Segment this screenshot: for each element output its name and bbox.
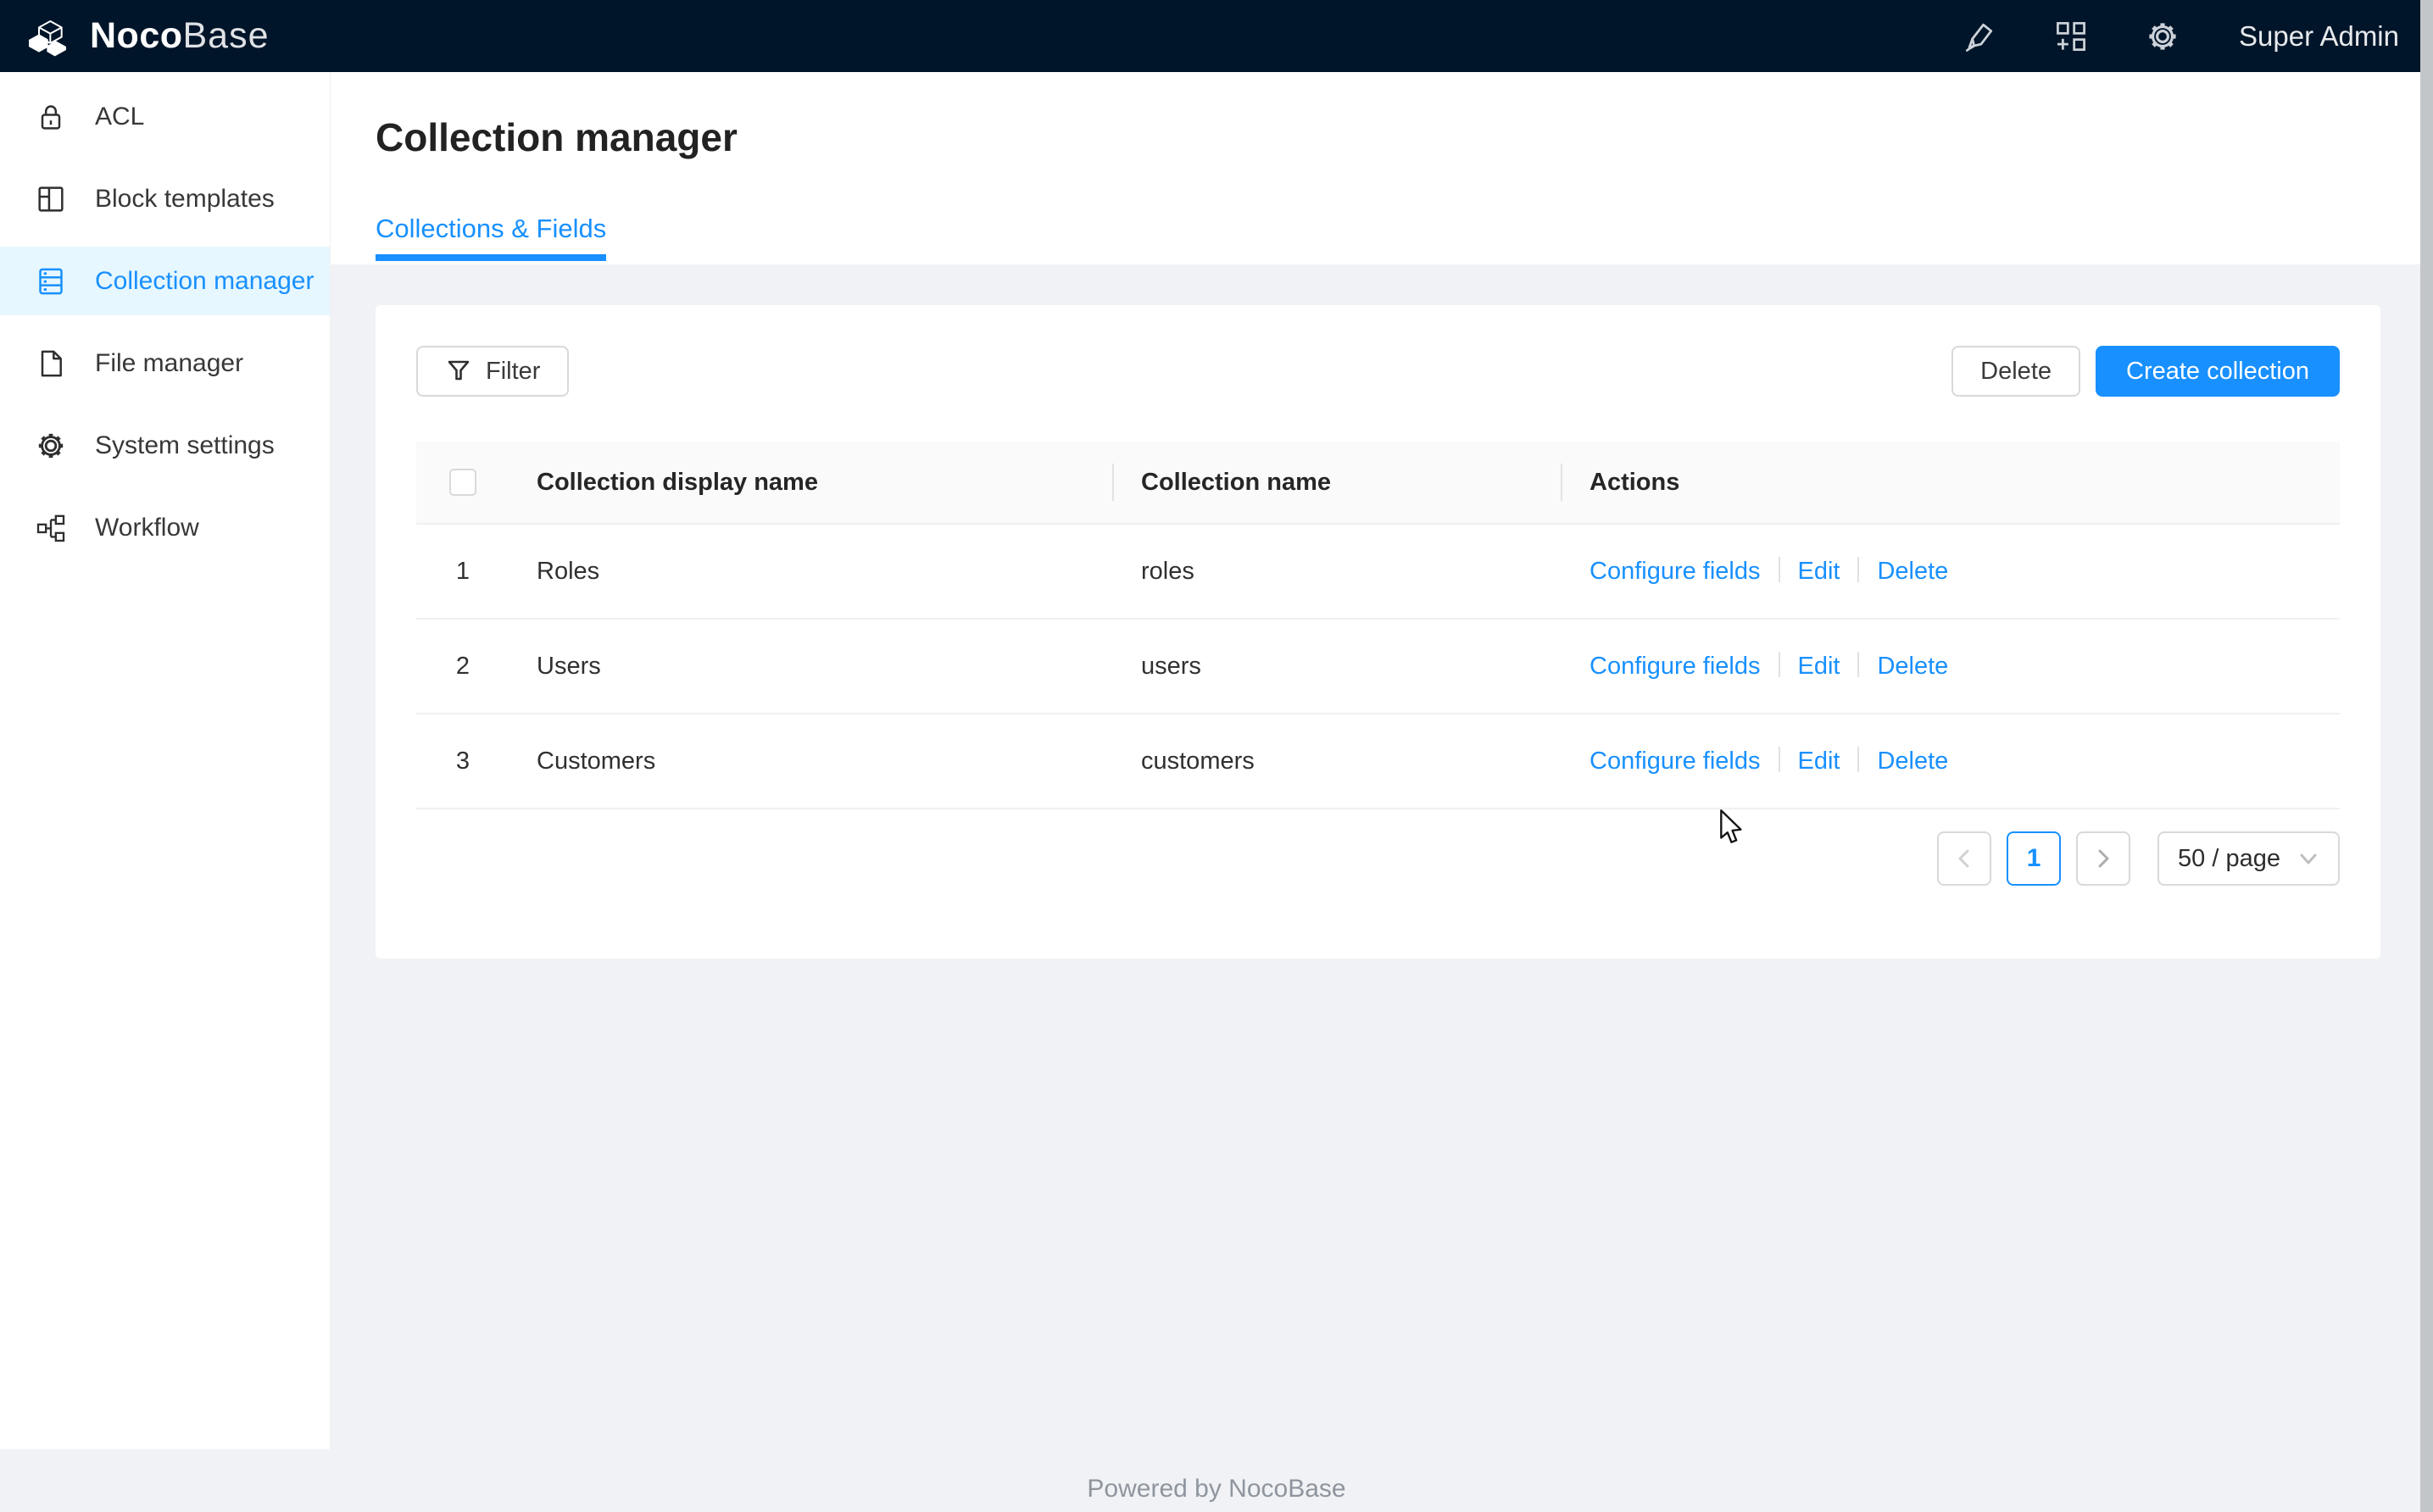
sidebar-item-label: File manager — [95, 349, 243, 378]
sidebar-item-label: ACL — [95, 103, 144, 131]
plugins-button[interactable] — [2051, 16, 2091, 57]
user-menu[interactable]: Super Admin — [2239, 20, 2399, 53]
row-index: 3 — [416, 748, 509, 775]
vertical-scrollbar[interactable] — [2420, 0, 2433, 1512]
toolbar-right: Delete Create collection — [1951, 346, 2340, 397]
main-area: Collection manager Collections & Fields … — [331, 72, 2433, 1512]
sidebar-item-block-templates[interactable]: Block templates — [0, 164, 330, 233]
display-name-cell: Customers — [509, 748, 1114, 775]
configure-fields-link[interactable]: Configure fields — [1590, 748, 1761, 775]
layout-icon — [34, 182, 68, 216]
sidebar-item-acl[interactable]: ACL — [0, 82, 330, 151]
layout: ACL Block templates Collection manager F… — [0, 72, 2433, 1512]
column-header-actions: Actions — [1562, 442, 2340, 523]
collections-table: Collection display name Collection name … — [416, 442, 2340, 809]
lock-icon — [34, 100, 68, 134]
page-title: Collection manager — [376, 72, 2433, 158]
edit-link[interactable]: Edit — [1798, 558, 1840, 585]
gear-icon — [2144, 18, 2181, 55]
logo-text-light: Base — [183, 15, 270, 56]
sidebar-item-collection-manager[interactable]: Collection manager — [0, 247, 330, 315]
sidebar-item-label: Workflow — [95, 514, 199, 542]
nocobase-cube-icon — [22, 12, 76, 61]
select-all-checkbox[interactable] — [449, 469, 476, 496]
action-divider — [1779, 652, 1780, 677]
page-size-select[interactable]: 50 / page — [2157, 831, 2340, 886]
page-1-button[interactable]: 1 — [2007, 831, 2061, 886]
filter-button[interactable]: Filter — [416, 346, 569, 397]
action-divider — [1857, 747, 1859, 772]
pagination: 1 50 / page — [416, 831, 2340, 886]
gear-icon — [34, 429, 68, 463]
edit-link[interactable]: Edit — [1798, 748, 1840, 775]
row-index: 1 — [416, 558, 509, 586]
page-size-value: 50 / page — [2178, 845, 2280, 873]
action-divider — [1779, 747, 1780, 772]
sidebar: ACL Block templates Collection manager F… — [0, 72, 331, 1449]
appstore-add-icon — [2052, 18, 2090, 55]
sidebar-item-workflow[interactable]: Workflow — [0, 493, 330, 562]
display-name-cell: Roles — [509, 558, 1114, 586]
table-header-row: Collection display name Collection name … — [416, 442, 2340, 525]
delete-link[interactable]: Delete — [1877, 748, 1948, 775]
configure-fields-link[interactable]: Configure fields — [1590, 558, 1761, 585]
powered-by-footer: Powered by NocoBase — [0, 1475, 2433, 1504]
actions-cell: Configure fields Edit Delete — [1562, 747, 2340, 775]
select-all-cell — [416, 469, 509, 496]
delete-link[interactable]: Delete — [1877, 558, 1948, 585]
collection-icon — [34, 264, 68, 298]
content-area: Filter Delete Create collection Collecti… — [331, 264, 2433, 1512]
name-cell: customers — [1114, 748, 1562, 775]
chevron-right-icon — [2092, 848, 2114, 870]
action-divider — [1779, 557, 1780, 582]
delete-button[interactable]: Delete — [1951, 346, 2080, 397]
display-name-cell: Users — [509, 653, 1114, 681]
name-cell: users — [1114, 653, 1562, 681]
actions-cell: Configure fields Edit Delete — [1562, 652, 2340, 681]
sidebar-item-label: Block templates — [95, 185, 275, 214]
nocobase-logo[interactable]: NocoBase — [22, 12, 270, 61]
page-header: Collection manager Collections & Fields — [331, 72, 2433, 264]
funnel-icon — [445, 358, 472, 385]
create-collection-button[interactable]: Create collection — [2096, 346, 2340, 397]
next-page-button[interactable] — [2076, 831, 2130, 886]
settings-button[interactable] — [2142, 16, 2183, 57]
action-divider — [1857, 652, 1859, 677]
actions-cell: Configure fields Edit Delete — [1562, 557, 2340, 586]
workflow-icon — [34, 511, 68, 545]
column-header-name: Collection name — [1114, 442, 1562, 523]
configure-fields-link[interactable]: Configure fields — [1590, 653, 1761, 680]
card-toolbar: Filter Delete Create collection — [416, 346, 2340, 397]
edit-link[interactable]: Edit — [1798, 653, 1840, 680]
table-row: 2 Users users Configure fields Edit Delete — [416, 620, 2340, 714]
collections-card: Filter Delete Create collection Collecti… — [376, 305, 2380, 959]
previous-page-button[interactable] — [1937, 831, 1991, 886]
sidebar-item-label: Collection manager — [95, 267, 314, 296]
action-divider — [1857, 557, 1859, 582]
chevron-down-icon — [2297, 848, 2319, 870]
filter-button-label: Filter — [486, 358, 540, 386]
sidebar-item-system-settings[interactable]: System settings — [0, 411, 330, 480]
sidebar-item-file-manager[interactable]: File manager — [0, 329, 330, 397]
sidebar-item-label: System settings — [95, 431, 275, 460]
ui-editor-button[interactable] — [1959, 16, 2000, 57]
row-index: 2 — [416, 653, 509, 681]
header-actions: Super Admin — [1959, 16, 2411, 57]
tab-collections-and-fields[interactable]: Collections & Fields — [376, 214, 606, 261]
chevron-left-icon — [1953, 848, 1975, 870]
logo-text-bold: Noco — [90, 15, 183, 56]
table-row: 1 Roles roles Configure fields Edit Delete — [416, 525, 2340, 620]
logo-text: NocoBase — [90, 18, 270, 54]
name-cell: roles — [1114, 558, 1562, 586]
file-icon — [34, 347, 68, 381]
table-row: 3 Customers customers Configure fields Ed… — [416, 714, 2340, 809]
highlight-icon — [1961, 18, 1998, 55]
top-header: NocoBase Super Admin — [0, 0, 2433, 72]
column-header-display-name: Collection display name — [509, 442, 1114, 523]
delete-link[interactable]: Delete — [1877, 653, 1948, 680]
tabs-bar: Collections & Fields — [376, 214, 2433, 261]
